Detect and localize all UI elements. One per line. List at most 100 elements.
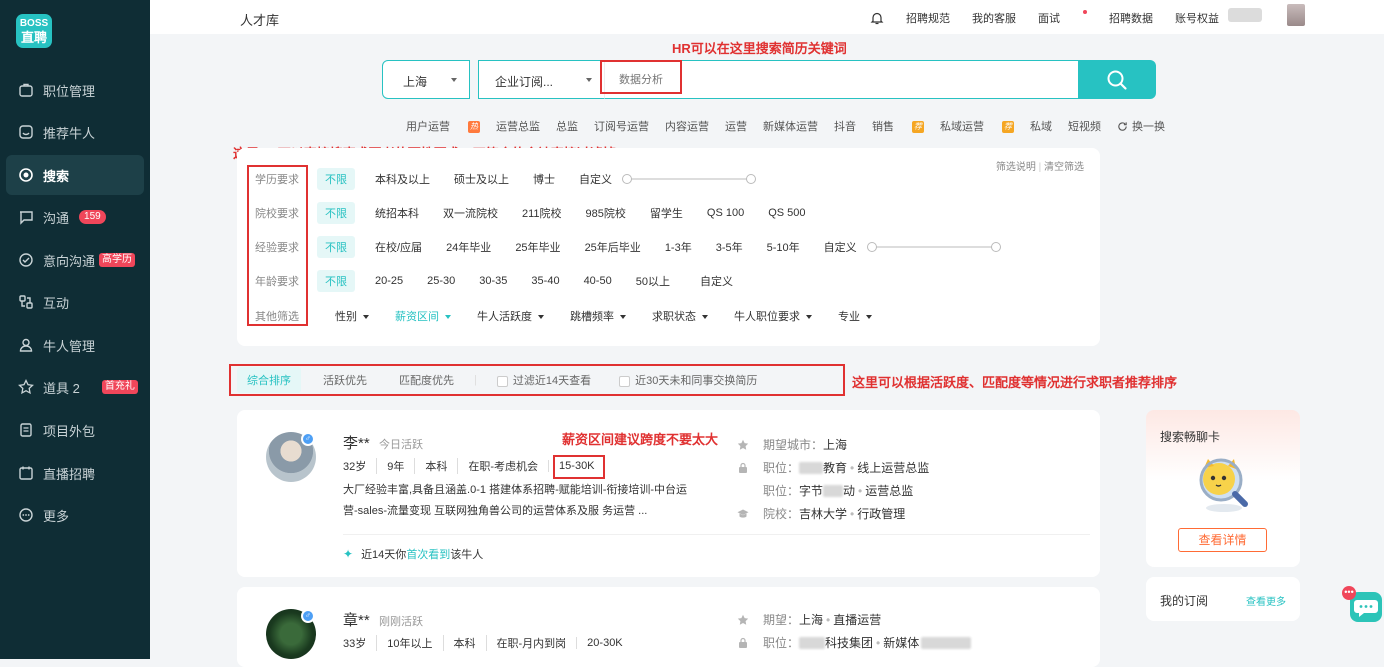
sidebar-item-recommend[interactable]: 推荐牛人 xyxy=(6,112,144,152)
filter-option[interactable]: QS 500 xyxy=(768,207,805,219)
filter-option[interactable]: 自定义 xyxy=(579,171,612,187)
candidate-name[interactable]: 章** xyxy=(343,609,370,630)
experience-range-slider[interactable] xyxy=(866,242,1001,252)
hot-keyword[interactable]: 私域运营 荐 xyxy=(940,118,1014,134)
job-title: 线上运营总监 xyxy=(857,461,930,475)
sidebar-item-intent-chat[interactable]: 意向沟通 高学历 xyxy=(6,240,144,280)
hot-keyword[interactable]: 短视频 xyxy=(1068,118,1101,134)
username-blurred[interactable] xyxy=(1228,8,1262,22)
bell-icon[interactable] xyxy=(870,11,884,25)
sidebar-item-chat[interactable]: 沟通 159 xyxy=(6,197,144,237)
filter-option[interactable]: 25年毕业 xyxy=(515,239,560,255)
sidebar-item-talent-manage[interactable]: 牛人管理 xyxy=(6,325,144,365)
sidebar-item-label: 推荐牛人 xyxy=(43,125,96,141)
sidebar-item-more[interactable]: 更多 xyxy=(6,495,144,535)
hot-keyword[interactable]: 运营 xyxy=(725,118,747,134)
dropdown-activity[interactable]: 牛人活跃度 xyxy=(477,308,544,324)
sidebar-item-live[interactable]: 直播招聘 xyxy=(6,453,144,493)
dropdown-job-hopping[interactable]: 跳槽频率 xyxy=(570,308,626,324)
filter-option[interactable]: 统招本科 xyxy=(375,205,419,221)
boss-logo[interactable]: BOSS 直聘 xyxy=(16,14,52,48)
hot-keyword[interactable]: 订阅号运营 xyxy=(594,118,649,134)
filter-option[interactable]: 不限 xyxy=(317,236,355,258)
search-type-select[interactable]: 企业订阅... xyxy=(478,60,604,99)
candidate-card[interactable]: ♂ 章** 刚刚活跃 33岁 10年以上 本科 在职-月内到岗 20-30K 期… xyxy=(237,587,1100,667)
filter-option[interactable]: 25-30 xyxy=(427,275,455,287)
filter-option[interactable]: 双一流院校 xyxy=(443,205,498,221)
filter-option[interactable]: 35-40 xyxy=(531,275,559,287)
hot-keyword[interactable]: 运营总监 xyxy=(496,118,540,134)
filter-option[interactable]: 不限 xyxy=(317,168,355,190)
top-link-interview[interactable]: 面试 xyxy=(1038,10,1087,26)
job-row: 职位： 字节 动 • 运营总监 xyxy=(763,482,913,499)
school-label: 院校： xyxy=(763,507,800,521)
education-range-slider[interactable] xyxy=(622,174,756,184)
sidebar-item-label: 互动 xyxy=(43,295,70,311)
filter-help-link[interactable]: 筛选说明 xyxy=(996,162,1036,173)
sidebar-item-jobs[interactable]: 职位管理 xyxy=(6,70,144,110)
job-label: 职位： xyxy=(763,461,800,475)
dropdown-major[interactable]: 专业 xyxy=(838,308,872,324)
filter-option[interactable]: 硕士及以上 xyxy=(454,171,509,187)
filter-option[interactable]: 不限 xyxy=(317,270,355,292)
view-details-button[interactable]: 查看详情 xyxy=(1178,528,1267,552)
clear-filters-link[interactable]: 清空筛选 xyxy=(1044,162,1084,173)
filter-option[interactable]: 留学生 xyxy=(650,205,683,221)
filter-option[interactable]: 自定义 xyxy=(700,273,733,289)
sparkle-icon: ✦ xyxy=(343,547,354,561)
sidebar-item-interact[interactable]: 互动 xyxy=(6,282,144,322)
candidate-description: 大厂经验丰富,具备且涵盖.0-1 搭建体系招聘-赋能培训-衔接培训-中台运营-s… xyxy=(343,484,688,517)
filter-option[interactable]: 1-3年 xyxy=(665,239,692,255)
filter-option[interactable]: 40-50 xyxy=(584,275,612,287)
top-link-data[interactable]: 招聘数据 xyxy=(1109,10,1153,26)
filter-option[interactable]: 本科及以上 xyxy=(375,171,430,187)
city-select[interactable]: 上海 xyxy=(382,60,470,99)
dropdown-position-req[interactable]: 牛人职位要求 xyxy=(734,308,812,324)
sidebar: BOSS 直聘 职位管理 推荐牛人 搜索 沟通 159 意向沟通 高学历 互动 … xyxy=(0,0,150,659)
separator-dot: • xyxy=(826,612,831,627)
filter-option[interactable]: 在校/应届 xyxy=(375,239,422,255)
filter-option[interactable]: 20-25 xyxy=(375,275,403,287)
hot-keyword[interactable]: 销售 荐 xyxy=(872,118,924,134)
dropdown-job-status[interactable]: 求职状态 xyxy=(652,308,708,324)
search-button[interactable] xyxy=(1078,60,1156,99)
hot-keyword[interactable]: 抖音 xyxy=(834,118,856,134)
top-link-service[interactable]: 我的客服 xyxy=(972,10,1016,26)
sidebar-item-search[interactable]: 搜索 xyxy=(6,155,144,195)
dropdown-salary[interactable]: 薪资区间 xyxy=(395,308,451,324)
filter-option[interactable]: 5-10年 xyxy=(767,239,800,255)
filter-option[interactable]: 博士 xyxy=(533,171,555,187)
view-more-link[interactable]: 查看更多 xyxy=(1246,593,1286,608)
hot-keyword[interactable]: 私域 xyxy=(1030,118,1052,134)
hot-keyword[interactable]: 新媒体运营 xyxy=(763,118,818,134)
filter-option[interactable]: 3-5年 xyxy=(716,239,743,255)
dropdown-gender[interactable]: 性别 xyxy=(335,308,369,324)
sidebar-item-outsourcing[interactable]: 项目外包 xyxy=(6,410,144,450)
filter-option[interactable]: 50以上 xyxy=(636,273,670,289)
hot-keyword[interactable]: 内容运营 xyxy=(665,118,709,134)
hot-keyword[interactable]: 总监 xyxy=(556,118,578,134)
sidebar-item-props[interactable]: 道具 2 首充礼 xyxy=(6,367,144,407)
filter-option[interactable]: 不限 xyxy=(317,202,355,224)
avatar[interactable] xyxy=(1287,4,1305,26)
dropdown-label: 牛人活跃度 xyxy=(477,311,532,323)
filter-option[interactable]: 30-35 xyxy=(479,275,507,287)
refresh-keywords-button[interactable]: 换一换 xyxy=(1117,118,1181,134)
filter-option[interactable]: 211院校 xyxy=(522,205,562,221)
calendar-icon xyxy=(18,465,34,481)
hot-keyword[interactable]: 用户运营 热 xyxy=(406,118,480,134)
filter-option[interactable]: 25年后毕业 xyxy=(585,239,641,255)
school-name: 吉林大学 xyxy=(799,507,848,521)
filter-option[interactable]: 985院校 xyxy=(586,205,626,221)
logo-text-2: 直聘 xyxy=(20,30,47,45)
candidate-name[interactable]: 李** xyxy=(343,432,370,453)
top-link-account[interactable]: 账号权益 xyxy=(1175,10,1219,26)
filter-panel: 筛选说明 | 清空筛选 学历要求 不限 本科及以上 硕士及以上 博士 自定义 院… xyxy=(237,148,1100,346)
candidate-degree: 本科 xyxy=(414,458,457,474)
notification-dot xyxy=(1083,10,1087,14)
top-link-rules[interactable]: 招聘规范 xyxy=(906,10,950,26)
filter-option[interactable]: QS 100 xyxy=(707,207,744,219)
filter-option[interactable]: 自定义 xyxy=(824,239,857,255)
filter-option[interactable]: 24年毕业 xyxy=(446,239,491,255)
male-icon: ♂ xyxy=(301,609,315,623)
